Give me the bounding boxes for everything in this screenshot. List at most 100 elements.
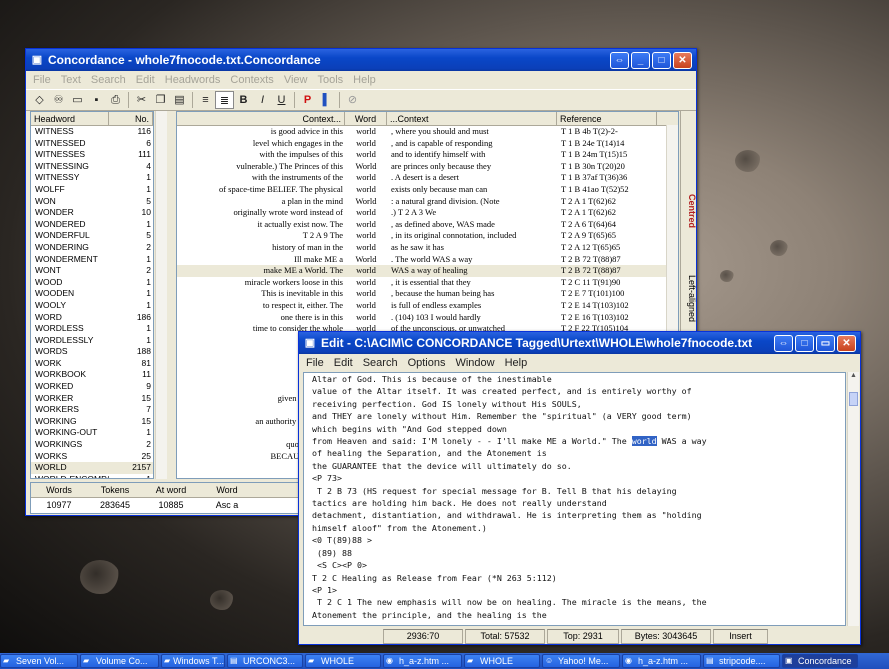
close-button[interactable]: ✕ — [837, 334, 856, 352]
scroll-up-arrow[interactable]: ▲ — [848, 372, 859, 384]
open-folder-icon[interactable]: ▭ — [68, 91, 87, 109]
p-icon[interactable]: P — [298, 91, 317, 109]
headword-row[interactable]: WOODEN 1 — [31, 288, 153, 300]
headword-row[interactable]: WORDS 188 — [31, 346, 153, 358]
headword-row[interactable]: WORKING-OUT 1 — [31, 427, 153, 439]
headword-row[interactable]: WITNESSED 6 — [31, 138, 153, 150]
menu-window[interactable]: Window — [450, 357, 499, 369]
binoculars-icon[interactable]: ♾ — [49, 91, 68, 109]
context-row[interactable]: with the instruments of the world . A dese… — [177, 172, 678, 184]
paste-icon[interactable]: ▤ — [170, 91, 189, 109]
right-context-header[interactable]: ...Context — [387, 112, 557, 125]
minimize-button[interactable]: _ — [631, 51, 650, 69]
headword-row[interactable]: WORKERS 7 — [31, 404, 153, 416]
taskbar-button[interactable]: ◉ h_a-z.htm ... — [622, 654, 701, 668]
headword-row[interactable]: WORLD-ENCOMPA 1 — [31, 474, 153, 478]
underline-icon[interactable]: U — [272, 91, 291, 109]
copy-icon[interactable]: ❐ — [151, 91, 170, 109]
context-row[interactable]: one there is in this world . (104) 103 I w… — [177, 312, 678, 324]
tab-centred[interactable]: Centred — [681, 181, 697, 241]
headword-row[interactable]: WORKS 25 — [31, 451, 153, 463]
context-row[interactable]: it actually exist now. The world , as defi… — [177, 219, 678, 231]
context-row[interactable]: Ill make ME a World . The world WAS a way T… — [177, 254, 678, 266]
reference-header[interactable]: Reference — [557, 112, 657, 125]
taskbar-button[interactable]: ◉ h_a-z.htm ... — [383, 654, 462, 668]
headword-row[interactable]: WORKER 15 — [31, 393, 153, 405]
italic-icon[interactable]: I — [253, 91, 272, 109]
context-row[interactable]: vulnerable.) The Princes of this World are… — [177, 161, 678, 173]
headword-row[interactable]: WORK 81 — [31, 358, 153, 370]
cut-icon[interactable]: ✂ — [132, 91, 151, 109]
restore-button[interactable]: ⇔ — [610, 51, 629, 69]
concordance-titlebar[interactable]: ▣ Concordance - whole7fnocode.txt.Concor… — [26, 49, 696, 71]
headword-row[interactable]: WORDLESS 1 — [31, 323, 153, 335]
context-row[interactable]: is good advice in this world , where you s… — [177, 126, 678, 138]
context-row[interactable]: T 2 A 9 The world , in its original connot… — [177, 230, 678, 242]
bold-icon[interactable]: B — [234, 91, 253, 109]
color-icon[interactable]: ▌ — [317, 91, 336, 109]
headword-scrollbar[interactable] — [155, 111, 167, 479]
menu-headwords[interactable]: Headwords — [160, 74, 226, 86]
menu-options[interactable]: Options — [403, 357, 451, 369]
print-icon[interactable]: ⎙ — [106, 91, 125, 109]
headword-row[interactable]: WONT 2 — [31, 265, 153, 277]
menu-text[interactable]: Text — [56, 74, 86, 86]
headword-header[interactable]: Headword — [31, 112, 109, 125]
menu-contexts[interactable]: Contexts — [225, 74, 278, 86]
restore-button[interactable]: ⇔ — [774, 334, 793, 352]
align-left-icon[interactable]: ≡ — [196, 91, 215, 109]
taskbar-button[interactable]: ☺ Yahoo! Me... — [542, 654, 620, 668]
menu-file[interactable]: File — [301, 357, 329, 369]
maximize-button[interactable]: □ — [652, 51, 671, 69]
taskbar-button[interactable]: ▰ WHOLE — [305, 654, 381, 668]
headword-row[interactable]: WONDER 10 — [31, 207, 153, 219]
taskbar-button[interactable]: ▣ Concordance — [782, 654, 858, 668]
headword-row[interactable]: WOLFF 1 — [31, 184, 153, 196]
menu-search[interactable]: Search — [86, 74, 131, 86]
headword-row[interactable]: WORKBOOK 11 — [31, 369, 153, 381]
context-row[interactable]: a plan in the mind World: a natural grand… — [177, 196, 678, 208]
menu-edit[interactable]: Edit — [131, 74, 160, 86]
taskbar-button[interactable]: ▰ Seven Vol... — [0, 654, 78, 668]
headword-list[interactable]: Headword No. WITNESS 116 WITNESSED 6 WITNESS… — [30, 111, 154, 479]
stop-icon[interactable]: ⊘ — [343, 91, 362, 109]
taskbar-button[interactable]: ▰ Windows T... — [161, 654, 225, 668]
word-header[interactable]: Word — [345, 112, 387, 125]
context-row[interactable]: make ME a World. The world WAS a way of he… — [177, 265, 678, 277]
tab-left-aligned[interactable]: Left-aligned — [681, 261, 697, 336]
taskbar-button[interactable]: ▰ Volume Co... — [80, 654, 159, 668]
headword-row[interactable]: WORDLESSLY 1 — [31, 335, 153, 347]
context-row[interactable]: originally wrote word instead of world .) … — [177, 207, 678, 219]
headword-row[interactable]: WOOLY 1 — [31, 300, 153, 312]
taskbar-button[interactable]: ▤ stripcode.... — [703, 654, 780, 668]
align-center-icon[interactable]: ≣ — [215, 91, 234, 109]
text-editor[interactable]: Altar of God. This is because of the ine… — [303, 372, 846, 626]
headword-row[interactable]: WORLD 2157 — [31, 462, 153, 474]
context-row[interactable]: to respect it, either. The world is full o… — [177, 300, 678, 312]
editor-scrollbar[interactable]: ▲ — [847, 372, 859, 626]
menu-file[interactable]: File — [28, 74, 56, 86]
save-icon[interactable]: ▪ — [87, 91, 106, 109]
headword-row[interactable]: WITNESS 116 — [31, 126, 153, 138]
headword-row[interactable]: WONDERING 2 — [31, 242, 153, 254]
headword-row[interactable]: WONDERFUL 5 — [31, 230, 153, 242]
minimize-button[interactable]: □ — [795, 334, 814, 352]
taskbar-button[interactable]: ▤ URCONC3... — [227, 654, 303, 668]
menu-help[interactable]: Help — [500, 357, 533, 369]
count-header[interactable]: No. — [109, 112, 153, 125]
menu-search[interactable]: Search — [358, 357, 403, 369]
headword-row[interactable]: WORKINGS 2 — [31, 439, 153, 451]
headword-row[interactable]: WOOD 1 — [31, 277, 153, 289]
headword-row[interactable]: WON 5 — [31, 196, 153, 208]
menu-edit[interactable]: Edit — [329, 357, 358, 369]
context-row[interactable]: of space-time BELIEF. The physical world e… — [177, 184, 678, 196]
eraser-icon[interactable]: ◇ — [30, 91, 49, 109]
menu-help[interactable]: Help — [348, 74, 381, 86]
taskbar-button[interactable]: ▰ WHOLE — [464, 654, 540, 668]
headword-row[interactable]: WITNESSING 4 — [31, 161, 153, 173]
close-button[interactable]: ✕ — [673, 51, 692, 69]
menu-view[interactable]: View — [279, 74, 313, 86]
headword-row[interactable]: WORD 186 — [31, 312, 153, 324]
context-row[interactable]: history of man in the world as he saw it h… — [177, 242, 678, 254]
headword-row[interactable]: WONDERMENT 1 — [31, 254, 153, 266]
